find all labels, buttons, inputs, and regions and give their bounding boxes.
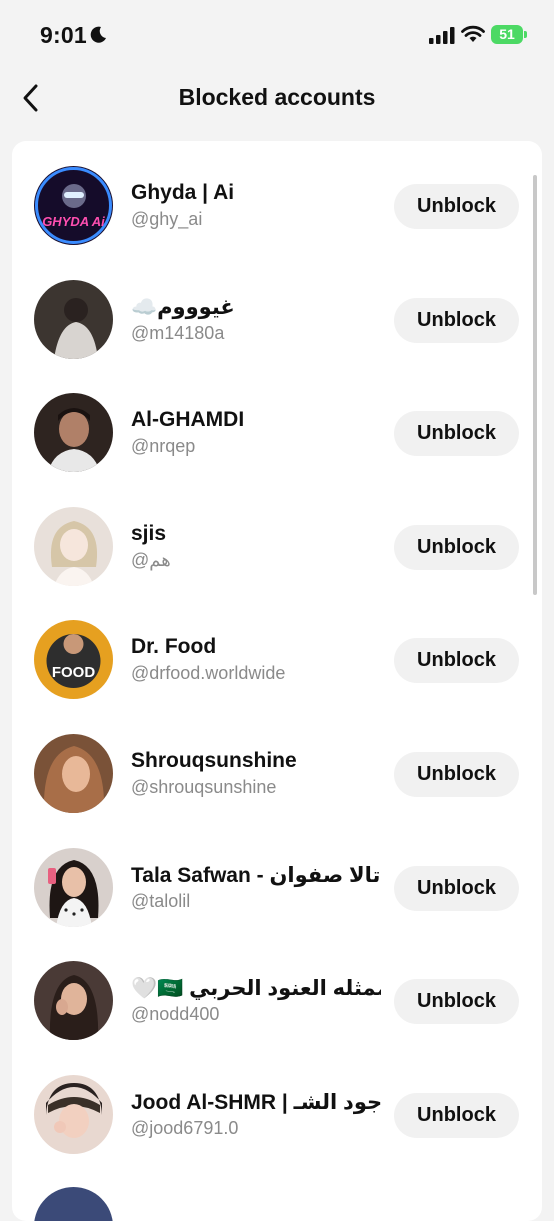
list-item: sjis @هم Unblock: [12, 482, 542, 596]
battery-icon: 51: [491, 25, 529, 45]
avatar[interactable]: GHYDA Ai: [34, 166, 113, 245]
account-handle: @هم: [131, 549, 171, 570]
account-handle: @drfood.worldwide: [131, 663, 286, 684]
list-item: Shrouqsunshine @shrouqsunshine Unblock: [12, 709, 542, 823]
account-name: sjis: [131, 521, 167, 545]
status-bar: 9:01 51: [0, 0, 554, 70]
svg-text:GHYDA Ai: GHYDA Ai: [42, 214, 105, 229]
account-handle: @jood6791.0: [131, 1117, 239, 1138]
unblock-button[interactable]: Unblock: [394, 411, 519, 457]
unblock-button[interactable]: Unblock: [394, 297, 519, 343]
signal-icon: [429, 27, 455, 44]
avatar[interactable]: [34, 1074, 113, 1154]
avatar[interactable]: [34, 1187, 113, 1221]
account-name: 🤍🇸🇦 الممثله العنود الحربي: [131, 977, 381, 1001]
avatar[interactable]: [34, 734, 113, 813]
avatar[interactable]: FOOD: [34, 620, 113, 700]
avatar[interactable]: [34, 279, 113, 359]
account-name: Shrouqsunshine: [131, 749, 297, 772]
avatar[interactable]: [34, 847, 113, 927]
list-item: Tala Safwan - تالا صفوان... @talolil Unb…: [12, 823, 542, 937]
account-name: Al-GHAMDI: [131, 408, 245, 432]
list-item: FOOD Dr. Food @drfood.worldwide Unblock: [12, 595, 542, 709]
account-handle: @nodd400: [131, 1004, 220, 1025]
avatar[interactable]: [34, 961, 113, 1041]
account-handle: @ghy_ai: [131, 209, 203, 229]
status-time: 9:01: [40, 22, 87, 48]
moon-icon: [90, 26, 106, 43]
unblock-button[interactable]: Unblock: [394, 184, 519, 229]
unblock-button[interactable]: Unblock: [394, 638, 519, 684]
account-name: Jood Al-SHMR | جود الشـ...: [131, 1090, 381, 1114]
account-name: ☁️غيوووم: [131, 295, 235, 319]
wifi-icon: [461, 25, 485, 42]
avatar[interactable]: [34, 393, 113, 473]
account-handle: @m14180a: [131, 322, 225, 343]
nav-bar: Blocked accounts: [0, 70, 554, 128]
account-name: Dr. Food: [131, 635, 217, 659]
account-name: Ghyda | Ai: [131, 181, 235, 204]
battery-level: 51: [491, 25, 523, 44]
list-item: 🤍🇸🇦 الممثله العنود الحربي @nodd400 Unblo…: [12, 936, 542, 1050]
account-handle: @nrqep: [131, 436, 196, 457]
avatar[interactable]: [34, 506, 113, 586]
unblock-button[interactable]: Unblock: [394, 979, 519, 1025]
list-item: Jood Al-SHMR | جود الشـ... @jood6791.0 U…: [12, 1050, 542, 1164]
page-title: Blocked accounts: [178, 84, 376, 110]
unblock-button[interactable]: Unblock: [394, 1092, 519, 1138]
blocked-accounts-list[interactable]: GHYDA Ai Ghyda | Ai @ghy_ai Unblock ☁️غي…: [12, 141, 542, 1221]
unblock-button[interactable]: Unblock: [394, 524, 519, 570]
list-item: Al-GHAMDI @nrqep Unblock: [12, 368, 542, 482]
svg-text:FOOD: FOOD: [52, 664, 95, 681]
list-item: ☁️غيوووم @m14180a Unblock: [12, 255, 542, 369]
account-handle: @talolil: [131, 890, 191, 911]
list-item: GHYDA Ai Ghyda | Ai @ghy_ai Unblock: [12, 141, 542, 255]
account-name: Tala Safwan - تالا صفوان...: [131, 863, 381, 887]
unblock-button[interactable]: Unblock: [394, 752, 519, 797]
unblock-button[interactable]: Unblock: [394, 865, 519, 911]
account-handle: @shrouqsunshine: [131, 777, 277, 797]
